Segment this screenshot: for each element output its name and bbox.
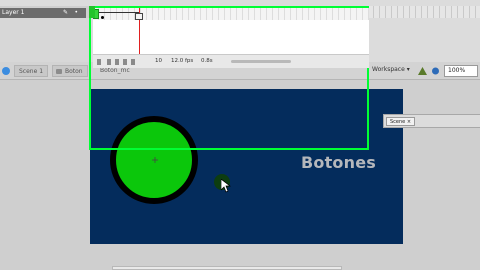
layer-selected-marker[interactable] bbox=[89, 6, 95, 18]
timeline-frames-panel[interactable]: 10 12.0 fps 0.8s bbox=[93, 8, 369, 68]
layer-list-area bbox=[0, 18, 90, 62]
current-frame: 10 bbox=[155, 58, 162, 64]
registration-point-icon bbox=[152, 157, 158, 163]
workspace-menu[interactable]: Workspace ▾ bbox=[372, 66, 410, 73]
frame-rate[interactable]: 12.0 fps bbox=[171, 58, 193, 64]
mouse-pointer-icon bbox=[221, 179, 232, 193]
edit-scene-icon[interactable] bbox=[418, 67, 427, 75]
breadcrumb-scene-label: Scene 1 bbox=[19, 68, 44, 75]
onion-skin-icon[interactable] bbox=[107, 59, 111, 65]
pencil-icon: ✎ bbox=[62, 9, 68, 16]
keyframe-dot-icon bbox=[101, 16, 104, 19]
onion-outlines-icon[interactable] bbox=[115, 59, 119, 65]
edit-multiple-icon[interactable] bbox=[123, 59, 127, 65]
breadcrumb-boton-label: Boton bbox=[65, 68, 83, 75]
timeline-status-bar: 10 12.0 fps 0.8s bbox=[93, 54, 369, 68]
center-frame-icon[interactable] bbox=[97, 59, 101, 65]
tween-span-line bbox=[93, 12, 139, 13]
timeline-scroll-slider[interactable] bbox=[231, 60, 291, 63]
zoom-field[interactable]: 100% bbox=[444, 65, 478, 77]
horizontal-scrollbar[interactable] bbox=[112, 266, 342, 270]
modify-markers-icon[interactable] bbox=[131, 59, 135, 65]
stage-title-text[interactable]: Botones bbox=[301, 153, 376, 172]
layer-name[interactable]: Layer 1 bbox=[2, 9, 24, 16]
visibility-dot-icon[interactable]: • bbox=[74, 8, 78, 18]
frames-area[interactable] bbox=[368, 6, 480, 18]
breadcrumb-boton[interactable]: Boton bbox=[52, 65, 88, 77]
elapsed-time: 0.8s bbox=[201, 58, 213, 64]
button-symbol-icon bbox=[56, 69, 62, 74]
edit-symbols-icon[interactable] bbox=[431, 67, 440, 75]
breadcrumb-scene[interactable]: Scene 1 bbox=[14, 65, 49, 77]
scene-panel: Scene × bbox=[383, 114, 480, 128]
playhead-handle[interactable] bbox=[135, 13, 143, 20]
highlighted-timeline-window: 10 12.0 fps 0.8s bbox=[89, 6, 369, 150]
scene-panel-tab[interactable]: Scene × bbox=[386, 117, 416, 126]
layer-item[interactable]: Layer 1 ✎ • bbox=[0, 8, 86, 18]
back-arrow-icon[interactable] bbox=[2, 67, 10, 75]
